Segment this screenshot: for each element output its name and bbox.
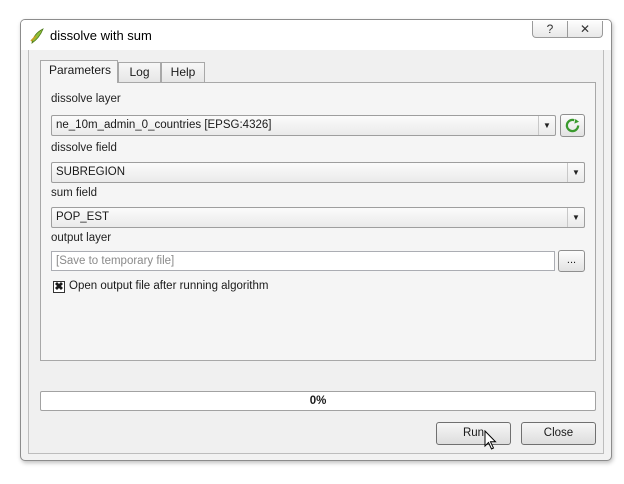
browse-output-button[interactable]: ...	[558, 250, 585, 272]
close-button[interactable]: Close	[521, 422, 596, 445]
open-output-label[interactable]: Open output file after running algorithm	[69, 280, 268, 292]
title-bar[interactable]: dissolve with sum ? ✕	[21, 20, 611, 50]
close-icon: ✕	[579, 22, 591, 36]
qgis-leaf-icon	[30, 28, 44, 44]
progress-bar: 0%	[40, 391, 596, 411]
caption-buttons: ? ✕	[532, 21, 603, 38]
parameters-panel: dissolve layer ne_10m_admin_0_countries …	[40, 82, 596, 361]
dissolve-layer-combo[interactable]: ne_10m_admin_0_countries [EPSG:4326] ▼	[51, 115, 556, 136]
help-button[interactable]: ?	[533, 21, 567, 37]
sum-field-label: sum field	[51, 187, 98, 199]
chevron-down-icon: ▼	[538, 116, 555, 135]
sum-field-combo[interactable]: POP_EST ▼	[51, 207, 585, 228]
output-layer-input[interactable]: [Save to temporary file]	[51, 251, 555, 271]
sum-field-value: POP_EST	[56, 211, 110, 223]
question-mark-icon: ?	[546, 22, 554, 36]
refresh-layers-button[interactable]	[560, 114, 585, 137]
dialog-body: Parameters Log Help dissolve layer ne_10…	[28, 50, 604, 454]
dissolve-field-value: SUBREGION	[56, 166, 126, 178]
output-layer-placeholder: [Save to temporary file]	[56, 255, 175, 267]
dissolve-field-label: dissolve field	[51, 142, 117, 154]
open-output-checkbox[interactable]: ✖	[53, 281, 65, 293]
dissolve-field-combo[interactable]: SUBREGION ▼	[51, 162, 585, 183]
refresh-icon	[565, 118, 580, 133]
tab-parameters[interactable]: Parameters	[40, 60, 118, 83]
close-window-button[interactable]: ✕	[567, 21, 602, 37]
tab-help[interactable]: Help	[161, 62, 205, 82]
progress-text: 0%	[309, 395, 327, 407]
checkbox-mark: ✖	[54, 281, 64, 293]
dialog-window: dissolve with sum ? ✕ Parameters Log Hel…	[20, 19, 612, 461]
window-title: dissolve with sum	[50, 28, 152, 43]
dissolve-layer-label: dissolve layer	[51, 93, 121, 105]
output-layer-label: output layer	[51, 232, 112, 244]
run-button[interactable]: Run	[436, 422, 511, 445]
chevron-down-icon: ▼	[567, 208, 584, 227]
chevron-down-icon: ▼	[567, 163, 584, 182]
mouse-cursor-icon	[484, 430, 497, 450]
tab-log[interactable]: Log	[118, 62, 161, 82]
dissolve-layer-value: ne_10m_admin_0_countries [EPSG:4326]	[56, 119, 272, 131]
